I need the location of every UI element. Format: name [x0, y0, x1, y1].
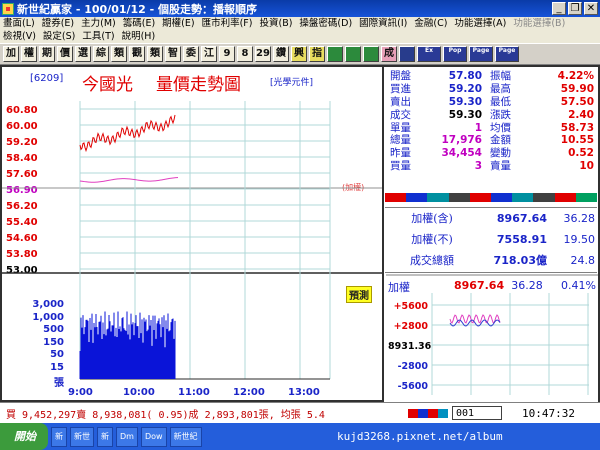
toolbar-button[interactable]: 29 [255, 46, 271, 62]
toolbar-button[interactable]: 江 [201, 46, 217, 62]
menu-row-1: 畫面(L) 證券(E) 主力(M) 籌碼(E) 期權(E) 匯市利率(F) 投資… [3, 17, 600, 30]
restore-button[interactable]: ❐ [568, 2, 582, 15]
toolbar-button[interactable]: 價 [57, 46, 73, 62]
taskbar-item[interactable]: 新世 [70, 426, 94, 447]
menu-item[interactable]: 匯市利率(F) [202, 17, 253, 30]
menu-item[interactable]: 畫面(L) [3, 17, 35, 30]
start-button[interactable]: 開始 [0, 423, 48, 450]
taskbar-item[interactable]: 新 [51, 426, 67, 447]
toolbar-button[interactable]: 8 [237, 46, 253, 62]
menu-item[interactable]: 國際資訊(I) [359, 17, 407, 30]
menu-item[interactable]: 金融(C) [414, 17, 447, 30]
app-icon [2, 2, 14, 15]
menu-item[interactable]: 操盤密碼(D) [299, 17, 352, 30]
app-window: 新世紀贏家 - 100/01/12 - 個股走勢：播報順序 _ ❐ ✕ 畫面(L… [0, 0, 600, 450]
menu-item-disabled: 功能選擇(B) [513, 18, 566, 29]
toolbar-button[interactable]: 選 [75, 46, 91, 62]
price-line [79, 114, 176, 153]
mini-index-chart [386, 274, 598, 395]
taskbar: 開始 新新世新 Dm Dow 新世紀 [0, 423, 600, 450]
taskbar-item[interactable]: 新世紀 [169, 426, 202, 447]
toolbar-button[interactable]: Page [469, 46, 493, 62]
toolbar-button[interactable]: 鑽 [273, 46, 289, 62]
toolbar-button[interactable]: 9 [219, 46, 235, 62]
menu-bar: 畫面(L) 證券(E) 主力(M) 籌碼(E) 期權(E) 匯市利率(F) 投資… [0, 17, 600, 43]
menu-item[interactable]: 投資(B) [259, 17, 292, 30]
menu-item[interactable]: 設定(S) [43, 30, 75, 43]
toolbar-button[interactable]: 權 [21, 46, 37, 62]
toolbar-button[interactable]: 綜 [93, 46, 109, 62]
toolbar-button[interactable]: 委 [183, 46, 199, 62]
toolbar-button[interactable]: 指 [309, 46, 325, 62]
menu-item[interactable]: 工具(T) [82, 30, 114, 43]
main-area: [6209] 今國光 量價走勢圖 [光學元件] 60.80 60.00 59.20 5… [0, 65, 600, 402]
window-title: 新世紀贏家 - 100/01/12 - 個股走勢：播報順序 [17, 2, 258, 16]
menu-item[interactable]: 證券(E) [42, 17, 74, 30]
average-price-line [79, 177, 179, 183]
toolbar-button[interactable]: Page [495, 46, 519, 62]
title-bar: 新世紀贏家 - 100/01/12 - 個股走勢：播報順序 _ ❐ ✕ [0, 0, 600, 17]
toolbar-button[interactable]: 成 [381, 46, 397, 62]
toolbar-button[interactable]: 類 [111, 46, 127, 62]
toolbar-button[interactable] [399, 46, 415, 62]
toolbar-button[interactable]: Pop [443, 46, 467, 62]
toolbar-button[interactable] [345, 46, 361, 62]
intraday-chart [2, 101, 382, 380]
close-button[interactable]: ✕ [584, 2, 598, 15]
status-colorbar [408, 408, 448, 418]
toolbar-button[interactable]: 興 [291, 46, 307, 62]
minimize-button[interactable]: _ [552, 2, 566, 15]
stock-code-input[interactable] [452, 406, 502, 420]
toolbar-button[interactable]: 加 [3, 46, 19, 62]
menu-item[interactable]: 籌碼(E) [123, 17, 155, 30]
toolbar-button[interactable] [363, 46, 379, 62]
menu-item[interactable]: 功能選擇(A) [454, 17, 506, 30]
toolbar-button[interactable]: 智 [165, 46, 181, 62]
clock: 10:47:32 [522, 406, 575, 420]
taskbar-item[interactable]: Dm [116, 426, 138, 447]
toolbar-button[interactable]: 期 [39, 46, 55, 62]
menu-item[interactable]: 檢視(V) [3, 30, 36, 43]
toolbar: 加權期價選綜類觀類智委江 9 8 29 鑽興指成 Ex Pop Page Page [0, 43, 600, 65]
toolbar-button[interactable]: 觀 [129, 46, 145, 62]
menu-item[interactable]: 說明(H) [122, 30, 156, 43]
toolbar-button[interactable] [327, 46, 343, 62]
status-bar: 買 9,452,297賣 8,938,081( 0.95)成 2,893,801… [0, 402, 600, 423]
toolbar-button[interactable]: Ex [417, 46, 441, 62]
toolbar-button[interactable]: 類 [147, 46, 163, 62]
menu-row-2: 檢視(V) 設定(S) 工具(T) 說明(H) [3, 30, 600, 43]
menu-item[interactable]: 主力(M) [81, 17, 116, 30]
status-text: 買 9,452,297賣 8,938,081( 0.95)成 2,893,801… [6, 409, 325, 421]
menu-item[interactable]: 期權(E) [162, 17, 194, 30]
watermark: kujd3268.pixnet.net/album [337, 430, 503, 443]
taskbar-item[interactable]: 新 [97, 426, 113, 447]
taskbar-item[interactable]: Dow [140, 426, 167, 447]
